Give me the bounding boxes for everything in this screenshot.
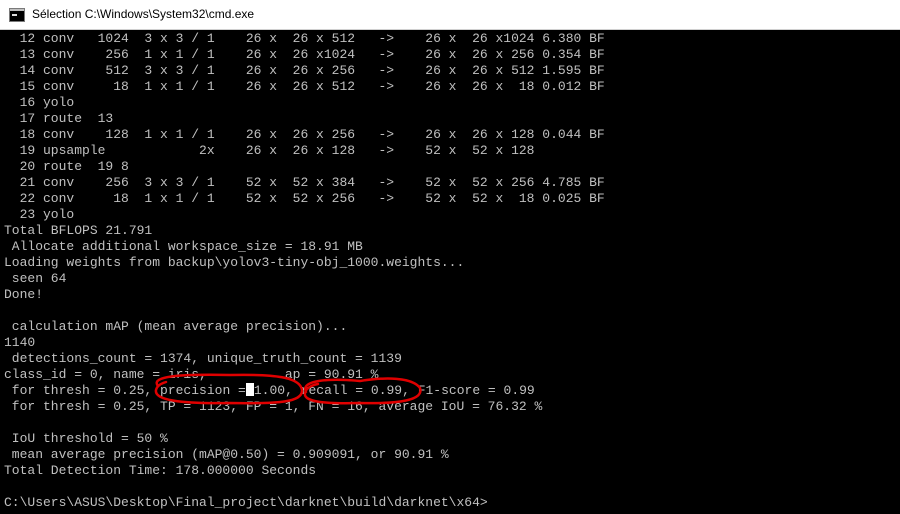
console-line-thresh-precision: for thresh = 0.25, precision = 1.00, reca…	[4, 383, 535, 399]
console-line: Allocate additional workspace_size = 18.…	[4, 239, 363, 254]
console-line: mean average precision (mAP@0.50) = 0.90…	[4, 447, 449, 462]
console-line: Done!	[4, 287, 44, 302]
precision-label: precision =	[160, 383, 246, 398]
console-line: 20 route 19 8	[4, 159, 129, 174]
cmd-icon[interactable]	[9, 8, 25, 22]
console-line: detections_count = 1374, unique_truth_co…	[4, 351, 402, 366]
console-line: for thresh = 0.25, TP = 1123, FP = 1, FN…	[4, 399, 543, 414]
console-line: 22 conv 18 1 x 1 / 1 52 x 52 x 256 -> 52…	[4, 191, 605, 206]
precision-value: 1.00,	[253, 383, 293, 398]
console-line: 19 upsample 2x 26 x 26 x 128 -> 52 x 52 …	[4, 143, 535, 158]
thresh-prefix: for thresh = 0.25,	[4, 383, 161, 398]
console-line: 16 yolo	[4, 95, 75, 110]
console-output[interactable]: 12 conv 1024 3 x 3 / 1 26 x 26 x 512 -> …	[0, 31, 900, 514]
command-prompt[interactable]: C:\Users\ASUS\Desktop\Final_project\dark…	[4, 495, 488, 511]
console-line: Loading weights from backup\yolov3-tiny-…	[4, 255, 465, 270]
console-line: 23 yolo	[4, 207, 75, 222]
recall-value: recall = 0.99,	[300, 383, 410, 398]
console-line: class_id = 0, name = iris, ap = 90.91 %	[4, 367, 379, 382]
console-line: Total BFLOPS 21.791	[4, 223, 153, 238]
f1-score-text: F1-score = 0.99	[409, 383, 535, 398]
console-line: 13 conv 256 1 x 1 / 1 26 x 26 x1024 -> 2…	[4, 47, 605, 62]
console-scrollbar[interactable]	[896, 31, 900, 514]
console-line: Total Detection Time: 178.000000 Seconds	[4, 463, 317, 478]
selection-cursor	[245, 383, 254, 396]
console-line: 17 route 13	[4, 111, 114, 126]
console-line: 15 conv 18 1 x 1 / 1 26 x 26 x 512 -> 26…	[4, 79, 605, 94]
console-line: IoU threshold = 50 %	[4, 431, 168, 446]
window-titlebar[interactable]: Sélection C:\Windows\System32\cmd.exe	[0, 0, 900, 30]
console-line: 18 conv 128 1 x 1 / 1 26 x 26 x 256 -> 2…	[4, 127, 605, 142]
console-line: 1140	[4, 335, 36, 350]
console-line: 12 conv 1024 3 x 3 / 1 26 x 26 x 512 -> …	[4, 31, 605, 46]
console-line: 14 conv 512 3 x 3 / 1 26 x 26 x 256 -> 2…	[4, 63, 605, 78]
console-line: calculation mAP (mean average precision)…	[4, 319, 348, 334]
console-line: seen 64	[4, 271, 67, 286]
window-title: Sélection C:\Windows\System32\cmd.exe	[32, 7, 255, 21]
console-line: 21 conv 256 3 x 3 / 1 52 x 52 x 384 -> 5…	[4, 175, 605, 190]
